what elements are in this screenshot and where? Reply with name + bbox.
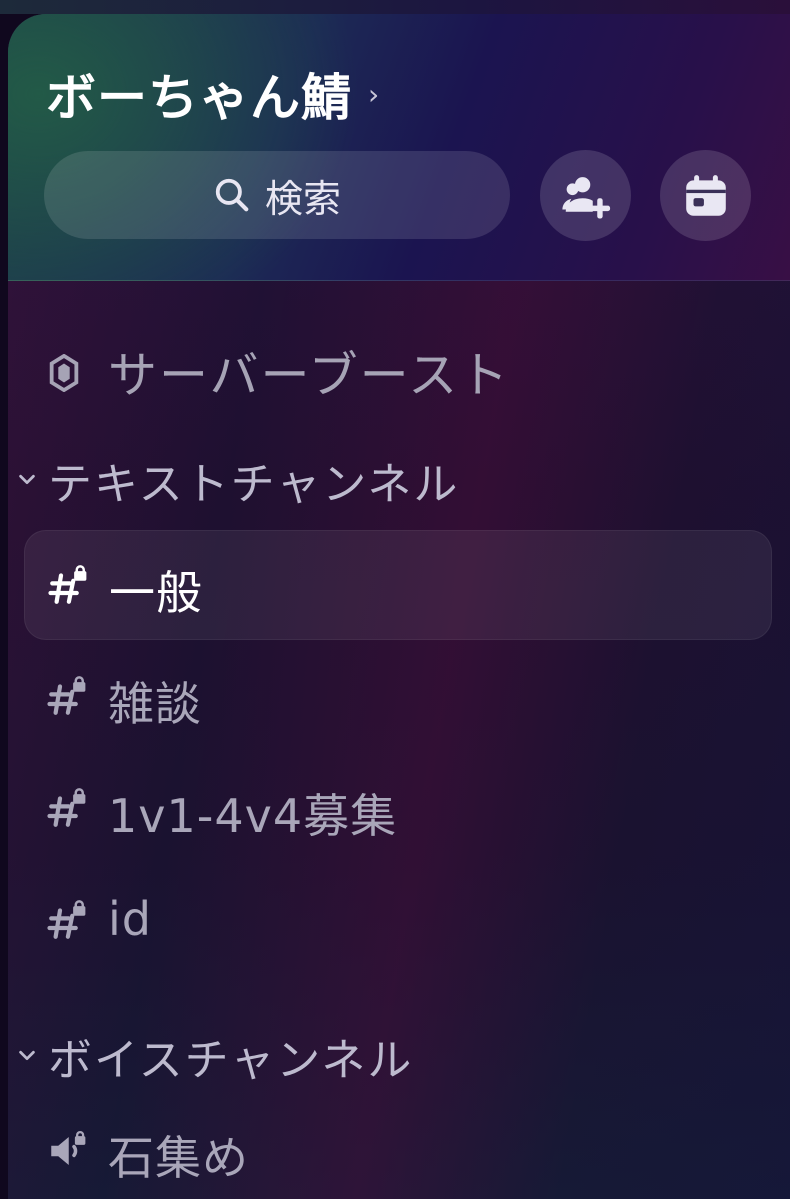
boost-gem-icon [49,354,79,392]
events-button[interactable] [660,150,751,241]
channel-zatsudan[interactable]: 雑談 [24,642,770,750]
channel-ishiatsume[interactable]: 石集め [24,1096,770,1199]
discord-channel-sidebar: ボーちゃん鯖 › 検索 サーバーブースト テキストチャンネル 一般 雑談 1v1… [0,0,790,1199]
calendar-icon [685,174,726,216]
add-user-icon [561,176,610,218]
top-strip [0,0,790,14]
channel-name: 1v1-4v4募集 [108,789,398,843]
channel-recruit[interactable]: 1v1-4v4募集 [24,754,770,862]
search-icon [215,178,249,212]
chevron-down-icon [19,474,35,485]
search-button[interactable]: 検索 [44,151,510,239]
channel-name: 一般 [109,566,203,620]
locked-hashtag-icon [47,788,86,827]
channel-name: 石集め [108,1131,249,1185]
server-boost-label: サーバーブースト [108,346,511,404]
channel-ippan[interactable]: 一般 [24,530,772,640]
server-boost-item[interactable]: サーバーブースト [8,326,790,416]
chevron-down-icon [19,1050,35,1061]
server-header: ボーちゃん鯖 › 検索 [8,14,790,281]
search-label: 検索 [264,176,341,221]
locked-speaker-icon [51,1131,86,1165]
channel-name: id [108,892,152,946]
locked-hashtag-icon [47,900,86,939]
channel-name: 雑談 [108,677,202,731]
server-name: ボーちゃん鯖 [46,69,352,127]
chevron-right-icon: › [368,77,381,111]
channel-id[interactable]: id [24,866,770,974]
locked-hashtag-icon [48,565,87,604]
server-panel: ボーちゃん鯖 › 検索 サーバーブースト テキストチャンネル 一般 雑談 1v1… [8,14,790,1199]
invite-members-button[interactable] [540,150,631,241]
locked-hashtag-icon [47,676,86,715]
category-label: ボイスチャンネル [48,1035,414,1086]
server-name-button[interactable]: ボーちゃん鯖 › [46,58,380,130]
category-label: テキストチャンネル [48,459,460,510]
